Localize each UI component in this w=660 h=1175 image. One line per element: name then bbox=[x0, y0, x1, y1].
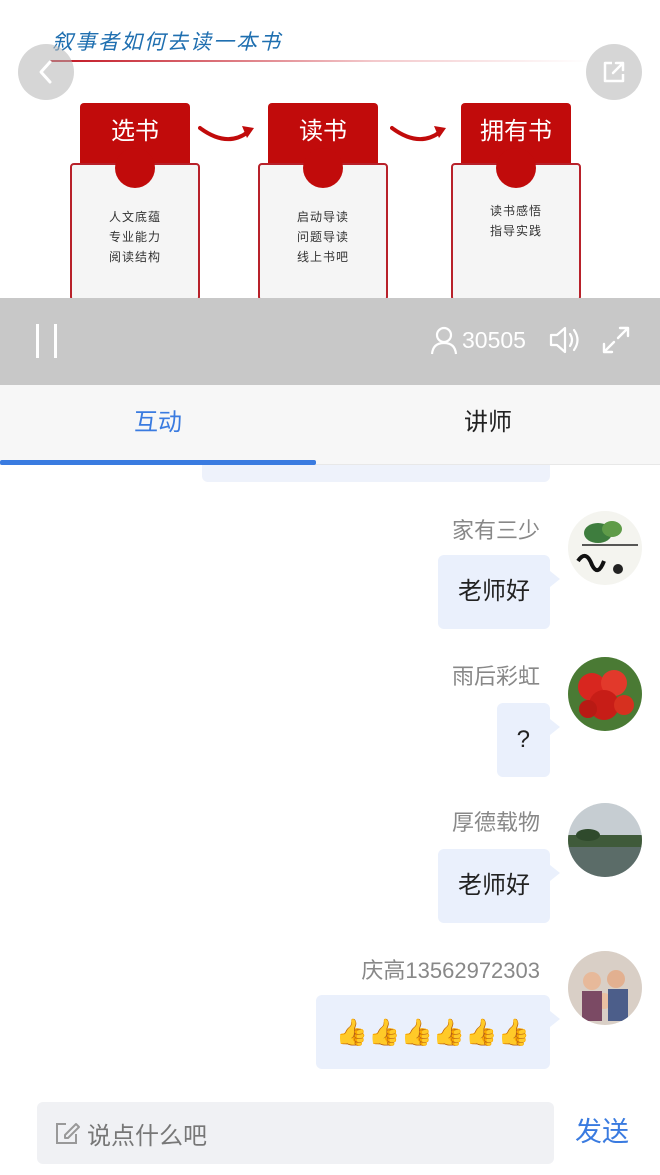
message-sender-name: 庆高13562972303 bbox=[361, 958, 540, 983]
arrow-right-icon bbox=[390, 126, 446, 141]
message-sender-name: 雨后彩虹 bbox=[451, 664, 540, 689]
share-icon bbox=[603, 61, 625, 83]
avatar[interactable] bbox=[568, 657, 642, 731]
chat-list[interactable]: 家有三少 老师好 雨后彩虹 ? 厚德载物 老师好 庆高13562972303 👍… bbox=[0, 465, 660, 1080]
back-button[interactable] bbox=[18, 44, 74, 100]
video-control-bar: 30505 bbox=[0, 298, 660, 385]
comment-input[interactable]: 说点什么吧 bbox=[37, 1102, 554, 1164]
edit-icon bbox=[56, 1123, 80, 1144]
slide-card-own-book: 拥有书 读书感悟 指导实践 bbox=[451, 103, 581, 301]
fullscreen-button[interactable] bbox=[598, 322, 634, 358]
video-player[interactable]: 叙事者如何去读一本书 选书 人文底蕴 专业能力 阅读结构 读书 启动导读 问题导… bbox=[0, 0, 660, 385]
share-button[interactable] bbox=[586, 44, 642, 100]
comment-placeholder: 说点什么吧 bbox=[87, 1122, 207, 1150]
message-bubble: ? bbox=[496, 703, 561, 777]
tab-interact[interactable]: 互动 bbox=[0, 385, 316, 465]
message-bubble: 老师好 bbox=[438, 849, 560, 923]
tab-teacher[interactable]: 讲师 bbox=[330, 385, 646, 465]
card-text: 启动导读 问题导读 线上书吧 bbox=[296, 210, 349, 264]
chevron-left-icon bbox=[39, 60, 52, 84]
message-bubble: 👍👍👍👍👍👍 bbox=[315, 995, 561, 1069]
message-sender-name: 厚德载物 bbox=[451, 810, 540, 835]
viewer-count-value: 30505 bbox=[462, 326, 526, 353]
card-notch bbox=[115, 148, 155, 188]
slide-card-select-book: 选书 人文底蕴 专业能力 阅读结构 bbox=[70, 103, 200, 301]
avatar[interactable] bbox=[568, 803, 642, 877]
input-bar: 说点什么吧 发送 bbox=[0, 1080, 660, 1175]
slide-card-read-book: 读书 启动导读 问题导读 线上书吧 bbox=[258, 103, 388, 301]
arrow-right-icon bbox=[198, 126, 254, 141]
avatar[interactable] bbox=[568, 951, 642, 1025]
volume-icon bbox=[549, 326, 579, 354]
card-text: 读书感悟 指导实践 bbox=[489, 204, 542, 238]
message-sender-name: 家有三少 bbox=[451, 518, 540, 543]
card-text: 人文底蕴 专业能力 阅读结构 bbox=[108, 210, 161, 264]
card-notch bbox=[496, 148, 536, 188]
send-button[interactable]: 发送 bbox=[575, 1110, 629, 1149]
pause-button[interactable] bbox=[32, 324, 62, 358]
person-icon bbox=[430, 326, 458, 355]
avatar[interactable] bbox=[568, 511, 642, 585]
slide-title: 叙事者如何去读一本书 bbox=[52, 30, 282, 54]
message-bubble: 老师好 bbox=[438, 555, 560, 629]
card-notch bbox=[303, 148, 343, 188]
slide-title-rule bbox=[50, 60, 590, 62]
pause-icon bbox=[36, 324, 39, 358]
volume-button[interactable] bbox=[547, 322, 583, 358]
tab-bar: 互动 讲师 bbox=[0, 385, 660, 465]
viewer-count: 30505 bbox=[430, 322, 526, 358]
previous-message-bubble bbox=[202, 465, 550, 482]
fullscreen-icon bbox=[602, 326, 630, 354]
